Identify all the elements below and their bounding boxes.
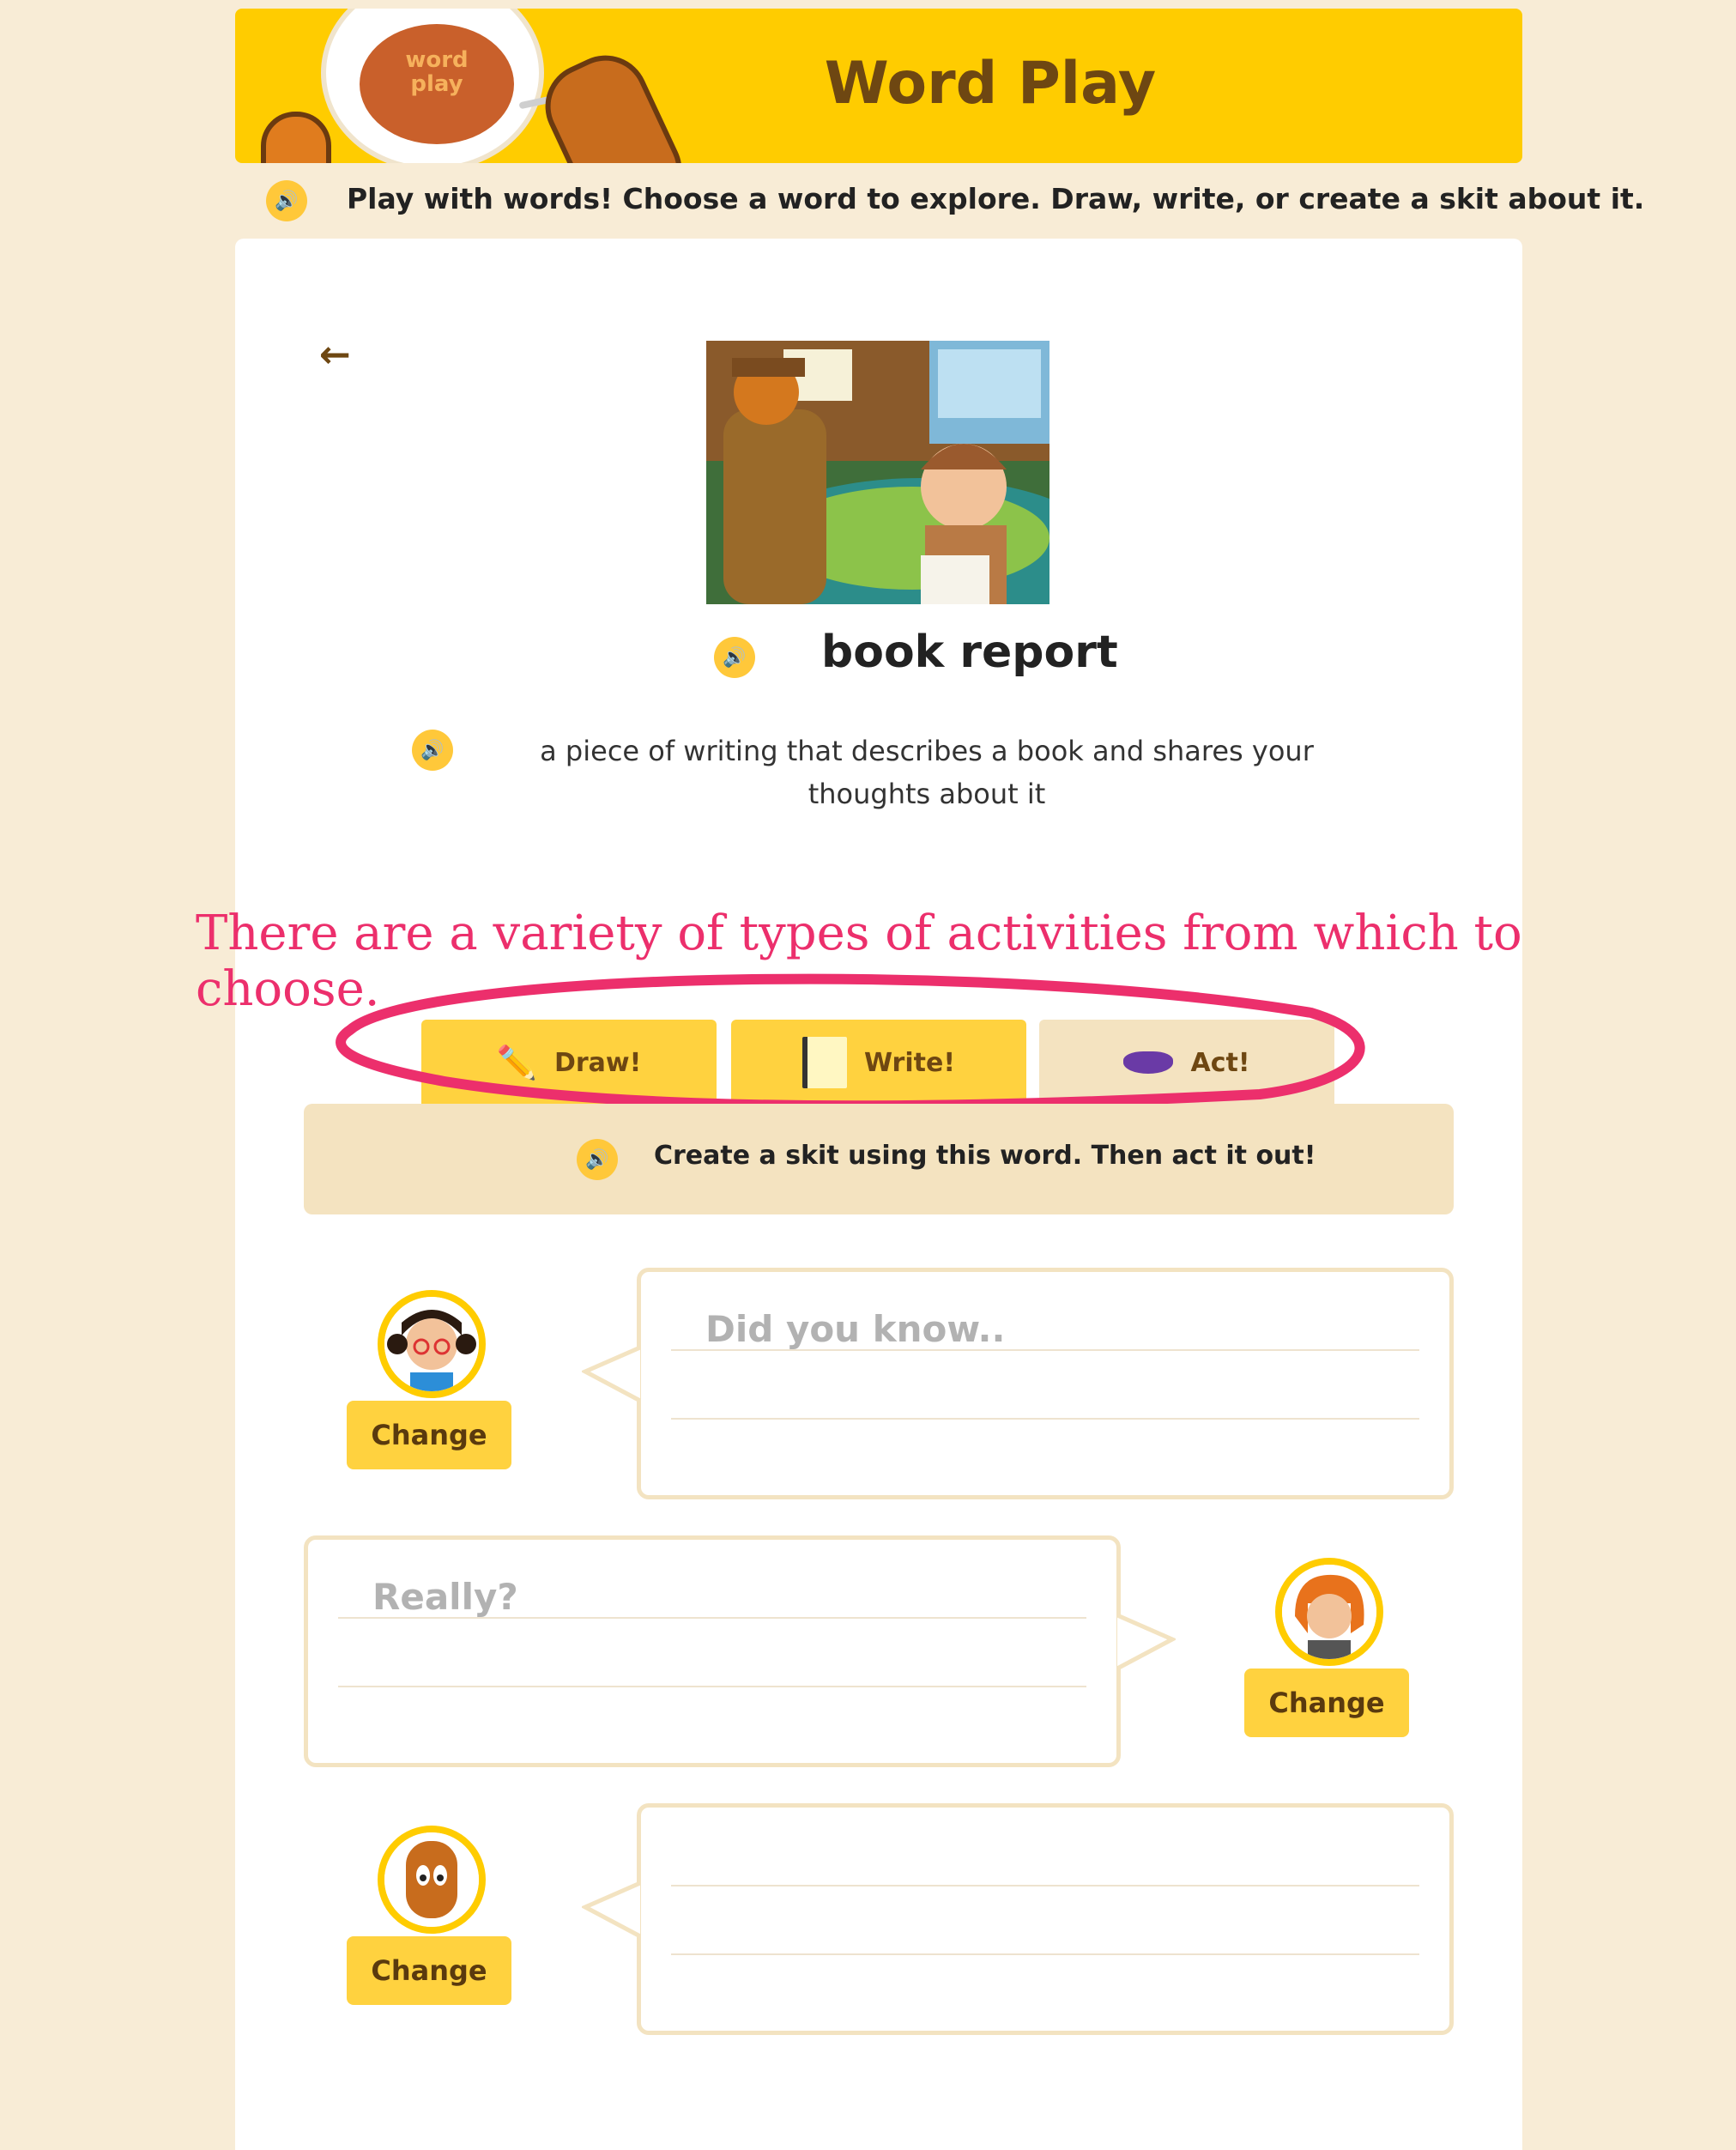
- input-rule: [671, 1953, 1419, 1955]
- avatar-moby-robot: [378, 1826, 486, 1934]
- back-arrow-icon[interactable]: ←: [319, 333, 351, 377]
- word-definition: a piece of writing that describes a book…: [540, 735, 1314, 810]
- dialogue-placeholder: Really?: [372, 1576, 518, 1618]
- header-banner: word play Word Play: [235, 9, 1522, 163]
- annotation-circle: [336, 973, 1365, 1111]
- bubble-tail: [582, 1881, 642, 1939]
- logo-play: play: [410, 71, 463, 97]
- change-character-button[interactable]: Change: [347, 1936, 511, 2005]
- bubble-tail: [1116, 1614, 1176, 1671]
- input-rule: [338, 1686, 1086, 1687]
- dialogue-input[interactable]: Really?: [304, 1535, 1121, 1767]
- bubble-tail: [582, 1346, 642, 1403]
- speaker-icon[interactable]: 🔊: [266, 180, 307, 221]
- skit-prompt: Create a skit using this word. Then act …: [654, 1141, 1316, 1171]
- avatar-red-haired-girl: [1275, 1558, 1383, 1666]
- dialogue-input[interactable]: Did you know..: [637, 1268, 1454, 1499]
- page-title: Word Play: [824, 50, 1157, 118]
- robot-arm-illustration: [531, 41, 696, 163]
- input-rule: [671, 1349, 1419, 1351]
- dialogue-input[interactable]: [637, 1803, 1454, 2035]
- input-rule: [671, 1418, 1419, 1420]
- avatar-girl-glasses: [378, 1290, 486, 1398]
- input-rule: [338, 1617, 1086, 1619]
- word-illustration: [706, 341, 1049, 604]
- change-character-button[interactable]: Change: [347, 1401, 511, 1469]
- speaker-icon[interactable]: 🔊: [412, 730, 453, 771]
- logo-word: word: [405, 47, 469, 73]
- input-rule: [671, 1885, 1419, 1887]
- dialogue-placeholder: Did you know..: [705, 1308, 1006, 1350]
- speaker-icon[interactable]: 🔊: [577, 1139, 618, 1180]
- word-title: book report: [821, 627, 1118, 678]
- robot-hand-illustration: [261, 112, 331, 163]
- speaker-icon[interactable]: 🔊: [714, 637, 755, 678]
- instructions-text: Play with words! Choose a word to explor…: [347, 182, 1645, 215]
- word-soup-logo: word play: [360, 24, 514, 144]
- change-character-button[interactable]: Change: [1244, 1669, 1409, 1737]
